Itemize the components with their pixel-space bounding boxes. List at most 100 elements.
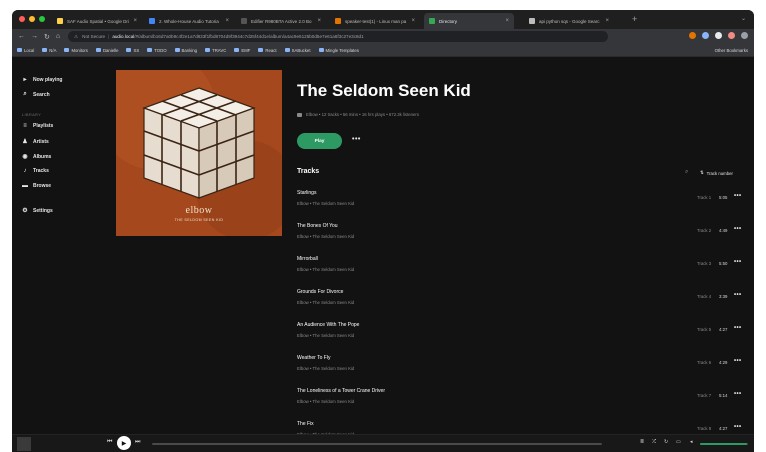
close-tab-icon[interactable]: × — [133, 18, 137, 24]
track-row[interactable]: Starlings Elbow • The Seldom Seen Kid Trac… — [297, 190, 747, 216]
tab-search-chevron-icon[interactable]: ⌄ — [741, 15, 746, 22]
track-more-options-icon[interactable]: ••• — [734, 259, 742, 265]
bookmark-item[interactable]: Mingle Templates — [318, 47, 359, 53]
track-more-options-icon[interactable]: ••• — [734, 292, 742, 298]
play-album-button[interactable]: Play — [297, 133, 342, 149]
browser-window: SAF Audio Spatial • Google Dri × 2. Whole-… — [12, 10, 754, 452]
back-icon[interactable]: ← — [18, 33, 25, 40]
minimize-window-button[interactable] — [29, 16, 35, 22]
bookmark-item[interactable]: TRAVC — [205, 48, 226, 53]
close-tab-icon[interactable]: × — [411, 18, 415, 24]
browser-tab[interactable]: SAF Audio Spatial • Google Dri × — [52, 13, 142, 29]
track-row[interactable]: Grounds For Divorce Elbow • The Seldom Se… — [297, 289, 747, 315]
folder-icon — [174, 48, 180, 52]
track-duration: 4:27 — [719, 426, 728, 431]
sidebar-item-playlists[interactable]: ≡ Playlists — [22, 123, 53, 129]
track-more-options-icon[interactable]: ••• — [734, 226, 742, 232]
bookmark-label: Mingle Templates — [325, 47, 359, 53]
bookmark-item[interactable]: SS — [126, 48, 139, 53]
repeat-icon[interactable]: ↻ — [664, 439, 668, 445]
sidebar-item-search[interactable]: ⌕ Search — [22, 91, 49, 98]
track-row[interactable]: The Bones Of You Elbow • The Seldom Seen … — [297, 223, 747, 249]
forward-icon[interactable]: → — [31, 33, 38, 40]
previous-track-icon[interactable]: ⏮ — [107, 439, 112, 446]
tab-title: Edifier R980BTA Active 2.0 Bo — [251, 18, 312, 24]
home-icon[interactable]: ⌂ — [56, 33, 60, 40]
browser-tab[interactable]: Directory × — [424, 13, 514, 29]
extension-icon[interactable] — [689, 32, 696, 39]
track-row[interactable]: The Loneliness of a Tower Crane Driver El… — [297, 388, 747, 414]
sidebar-item-browse[interactable]: ▬ Browse — [22, 183, 51, 189]
folder-icon — [147, 48, 153, 52]
now-playing-thumbnail[interactable] — [17, 437, 31, 451]
track-more-options-icon[interactable]: ••• — [734, 391, 742, 397]
bookmark-label: React — [265, 47, 277, 53]
folder-icon — [95, 48, 101, 52]
track-number: Track 3 — [697, 261, 712, 266]
sidebar-item-now-playing[interactable]: ▸ Now playing — [22, 76, 63, 84]
maximize-window-button[interactable] — [39, 16, 45, 22]
bookmark-label: TODO — [154, 47, 167, 53]
bookmark-item[interactable]: SABucket — [284, 47, 311, 53]
tab-favicon-icon — [241, 18, 247, 24]
close-tab-icon[interactable]: × — [605, 18, 609, 24]
bookmark-item[interactable]: TODO — [147, 47, 167, 53]
shuffle-icon[interactable]: ⤮ — [652, 439, 656, 445]
bookmark-label: SABucket — [291, 47, 311, 53]
track-artist-album: Elbow • The Seldom Seen Kid — [297, 366, 355, 371]
play-button[interactable]: ▶ — [117, 436, 131, 450]
track-more-options-icon[interactable]: ••• — [734, 424, 742, 430]
close-tab-icon[interactable]: × — [225, 18, 229, 24]
queue-icon[interactable]: ≣ — [640, 439, 644, 445]
track-duration: 5:05 — [719, 195, 728, 200]
next-track-icon[interactable]: ⏭ — [135, 439, 140, 446]
browser-tab[interactable]: speaker-test(1) - Linux man pa × — [330, 13, 420, 29]
extension-icon[interactable] — [741, 32, 748, 39]
track-row[interactable]: Mirrorball Elbow • The Seldom Seen Kid Tra… — [297, 256, 747, 282]
folder-icon: ▬ — [22, 183, 28, 189]
close-tab-icon[interactable]: × — [505, 18, 509, 24]
track-row[interactable]: Weather To Fly Elbow • The Seldom Seen Ki… — [297, 355, 747, 381]
address-bar[interactable]: ⚠ Not Secure | audio.local /#/album/b16d… — [68, 31, 608, 42]
volume-icon[interactable]: ◂ — [690, 439, 693, 445]
extension-icon[interactable] — [715, 32, 722, 39]
sidebar-item-tracks[interactable]: ♪ Tracks — [22, 168, 49, 174]
seek-bar[interactable] — [152, 443, 602, 445]
track-duration: 4:49 — [719, 228, 728, 233]
bookmark-item[interactable]: Banking — [174, 48, 197, 53]
sort-dropdown[interactable]: ⇅ Track number — [700, 170, 733, 176]
more-options-icon[interactable]: ••• — [352, 136, 361, 143]
browser-tab[interactable]: Edifier R980BTA Active 2.0 Bo × — [236, 13, 326, 29]
track-more-options-icon[interactable]: ••• — [734, 325, 742, 331]
close-tab-icon[interactable]: × — [317, 18, 321, 24]
reload-icon[interactable]: ↻ — [44, 33, 50, 41]
sidebar-item-settings[interactable]: ⚙ Settings — [22, 207, 52, 215]
extension-icon[interactable] — [728, 32, 735, 39]
bookmark-item[interactable]: React — [258, 47, 277, 53]
track-artist-album: Elbow • The Seldom Seen Kid — [297, 300, 355, 305]
track-row[interactable]: An Audience With The Pope Elbow • The Sel… — [297, 322, 747, 348]
url-host: audio.local — [112, 34, 135, 39]
new-tab-button[interactable]: + — [632, 14, 637, 24]
album-cover[interactable]: elbow THE SELDOM SEEN KID — [116, 70, 282, 236]
tab-title: Directory — [439, 18, 458, 24]
tab-strip: SAF Audio Spatial • Google Dri × 2. Whole-… — [12, 10, 754, 29]
bookmark-item[interactable]: N/A — [42, 48, 56, 53]
bookmark-item[interactable]: Monitors — [64, 48, 88, 53]
browser-tab[interactable]: 2. Whole-House Audio Tutoria × — [144, 13, 234, 29]
sidebar-item-artists[interactable]: ♟ Artists — [22, 138, 49, 146]
bookmark-item[interactable]: Local — [17, 48, 34, 53]
search-tracks-icon[interactable]: ⌕ — [685, 169, 688, 176]
sidebar-item-label: Now playing — [33, 76, 63, 83]
bookmark-item[interactable]: EMF — [234, 48, 250, 53]
sidebar-item-albums[interactable]: ◉ Albums — [22, 153, 51, 161]
browser-tab[interactable]: api python sqs - Google Searc × — [524, 13, 614, 29]
devices-icon[interactable]: ▭ — [676, 439, 681, 445]
track-more-options-icon[interactable]: ••• — [734, 358, 742, 364]
extension-icon[interactable] — [702, 32, 709, 39]
track-more-options-icon[interactable]: ••• — [734, 193, 742, 199]
other-bookmarks[interactable]: Other Bookmarks — [715, 48, 748, 53]
bookmark-item[interactable]: Danielle — [95, 48, 118, 53]
volume-slider[interactable] — [700, 443, 748, 445]
close-window-button[interactable] — [19, 16, 25, 22]
